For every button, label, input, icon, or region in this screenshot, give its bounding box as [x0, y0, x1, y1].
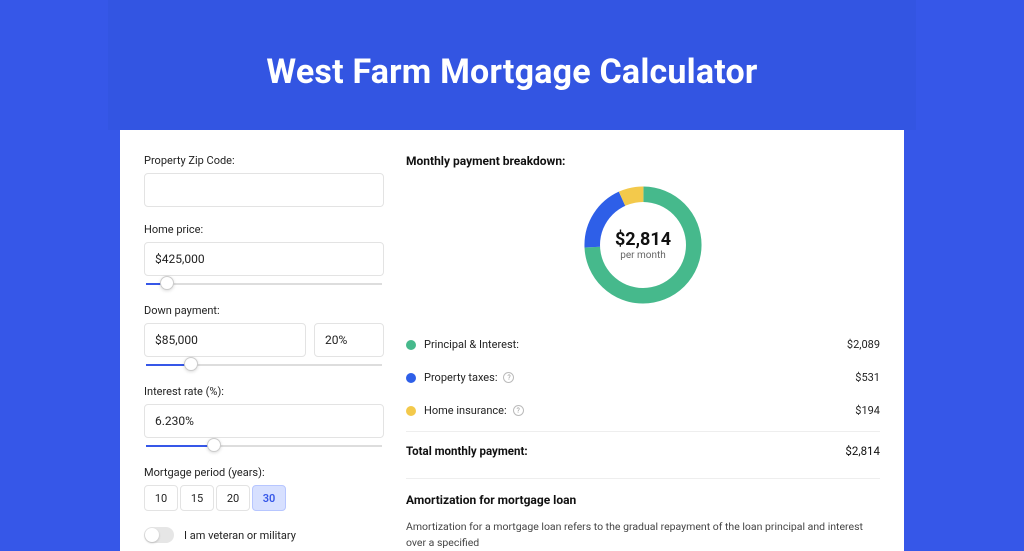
interest-rate-slider[interactable] — [146, 442, 382, 450]
down-payment-group: Down payment: — [144, 304, 384, 369]
home-price-input[interactable] — [144, 242, 384, 276]
period-label: Mortgage period (years): — [144, 466, 384, 479]
interest-rate-label: Interest rate (%): — [144, 385, 384, 398]
amortization-section: Amortization for mortgage loan Amortizat… — [406, 478, 880, 551]
veteran-toggle[interactable] — [144, 527, 174, 543]
down-payment-slider[interactable] — [146, 361, 382, 369]
breakdown-column: Monthly payment breakdown: $2,814 per mo… — [406, 154, 880, 551]
interest-rate-group: Interest rate (%): — [144, 385, 384, 450]
breakdown-row: Principal & Interest:$2,089 — [406, 328, 880, 361]
breakdown-title: Monthly payment breakdown: — [406, 154, 880, 168]
total-value: $2,814 — [845, 444, 880, 458]
home-price-slider[interactable] — [146, 280, 382, 288]
veteran-label: I am veteran or military — [184, 529, 296, 542]
down-payment-input[interactable] — [144, 323, 306, 357]
interest-rate-input[interactable] — [144, 404, 384, 438]
info-icon[interactable]: ? — [503, 372, 514, 383]
breakdown-value: $531 — [855, 371, 880, 384]
period-option-15[interactable]: 15 — [180, 485, 214, 511]
donut-chart-wrap: $2,814 per month — [406, 180, 880, 310]
breakdown-label: Property taxes:? — [424, 371, 855, 384]
form-column: Property Zip Code: Home price: Down paym… — [144, 154, 384, 551]
page-banner: West Farm Mortgage Calculator — [108, 0, 916, 130]
amortization-text: Amortization for a mortgage loan refers … — [406, 519, 880, 551]
legend-dot-icon — [406, 373, 416, 383]
slider-thumb[interactable] — [207, 438, 221, 452]
toggle-knob — [145, 528, 159, 542]
period-option-30[interactable]: 30 — [252, 485, 286, 511]
breakdown-value: $194 — [855, 404, 880, 417]
period-option-10[interactable]: 10 — [144, 485, 178, 511]
breakdown-label: Home insurance:? — [424, 404, 855, 417]
down-payment-pct-input[interactable] — [314, 323, 384, 357]
slider-thumb[interactable] — [160, 276, 174, 290]
breakdown-rows: Principal & Interest:$2,089Property taxe… — [406, 328, 880, 427]
page-title: West Farm Mortgage Calculator — [266, 52, 757, 92]
zip-group: Property Zip Code: — [144, 154, 384, 207]
legend-dot-icon — [406, 406, 416, 416]
down-payment-label: Down payment: — [144, 304, 384, 317]
breakdown-row: Property taxes:?$531 — [406, 361, 880, 394]
donut-sub: per month — [620, 250, 666, 261]
total-row: Total monthly payment: $2,814 — [406, 431, 880, 472]
breakdown-label: Principal & Interest: — [424, 338, 847, 351]
zip-label: Property Zip Code: — [144, 154, 384, 167]
period-option-20[interactable]: 20 — [216, 485, 250, 511]
total-label: Total monthly payment: — [406, 444, 845, 458]
veteran-row: I am veteran or military — [144, 527, 384, 543]
breakdown-value: $2,089 — [847, 338, 880, 351]
info-icon[interactable]: ? — [513, 405, 524, 416]
legend-dot-icon — [406, 340, 416, 350]
donut-chart: $2,814 per month — [578, 180, 708, 310]
zip-input[interactable] — [144, 173, 384, 207]
home-price-label: Home price: — [144, 223, 384, 236]
calculator-panel: Property Zip Code: Home price: Down paym… — [120, 130, 904, 551]
home-price-group: Home price: — [144, 223, 384, 288]
amortization-title: Amortization for mortgage loan — [406, 493, 880, 507]
breakdown-row: Home insurance:?$194 — [406, 394, 880, 427]
donut-amount: $2,814 — [615, 229, 671, 250]
period-group: Mortgage period (years): 10152030 — [144, 466, 384, 511]
slider-thumb[interactable] — [184, 357, 198, 371]
period-options: 10152030 — [144, 485, 384, 511]
donut-center: $2,814 per month — [600, 202, 686, 288]
